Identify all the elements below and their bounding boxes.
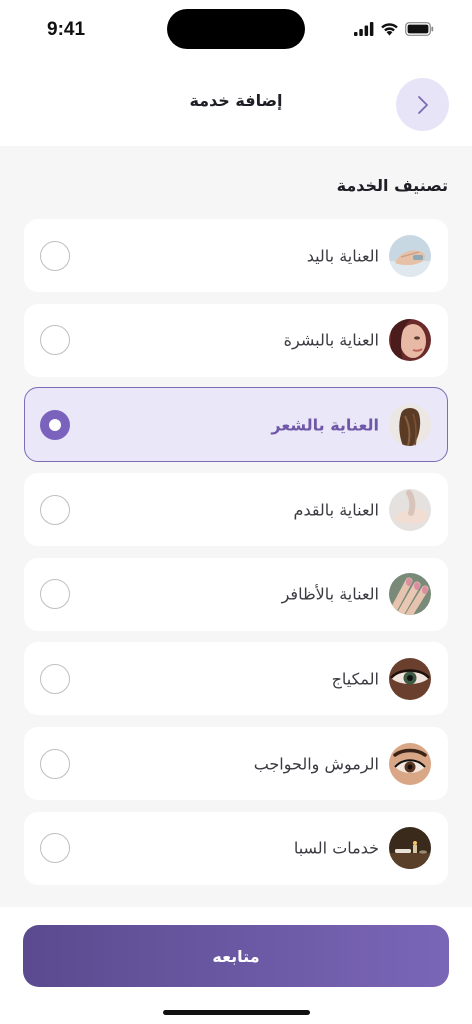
makeup-photo xyxy=(389,657,431,700)
category-option-foot-care[interactable]: العناية بالقدم xyxy=(24,473,448,547)
back-button[interactable] xyxy=(396,78,449,131)
category-list: العناية باليد العناية بالبشرة العناية با… xyxy=(24,219,448,897)
wifi-icon xyxy=(381,23,398,36)
continue-button[interactable]: متابعه xyxy=(23,925,449,987)
home-indicator xyxy=(163,1010,310,1015)
radio-button[interactable] xyxy=(40,663,70,694)
category-option-lashes-brows[interactable]: الرموش والحواجب xyxy=(24,727,448,801)
nail-care-photo xyxy=(389,573,431,616)
radio-button[interactable] xyxy=(40,579,70,610)
category-option-nail-care[interactable]: العناية بالأظافر xyxy=(24,557,448,631)
category-label: العناية باليد xyxy=(306,246,379,265)
hand-care-photo xyxy=(389,234,431,277)
chevron-right-icon xyxy=(417,95,428,114)
category-option-hair-care[interactable]: العناية بالشعر xyxy=(24,387,448,463)
status-icons xyxy=(354,22,434,36)
header: إضافة خدمة xyxy=(0,60,472,146)
radio-button[interactable] xyxy=(40,494,70,525)
category-option-makeup[interactable]: المكياج xyxy=(24,642,448,716)
footer: متابعه xyxy=(0,907,472,1024)
radio-button[interactable] xyxy=(40,240,70,271)
dynamic-island xyxy=(167,9,305,49)
radio-button[interactable] xyxy=(40,325,70,356)
category-label: خدمات السبا xyxy=(293,838,379,858)
status-time: 9:41 xyxy=(47,19,86,40)
hair-care-photo xyxy=(389,403,431,446)
category-label: العناية بالبشرة xyxy=(283,330,379,350)
spa-photo xyxy=(389,827,431,870)
category-label: العناية بالشعر xyxy=(271,415,379,435)
category-option-hand-care[interactable]: العناية باليد xyxy=(24,219,448,292)
status-bar: 9:41 xyxy=(0,0,472,60)
lashes-brows-photo xyxy=(389,742,431,785)
radio-button[interactable] xyxy=(40,833,70,864)
section-title: تصنيف الخدمة xyxy=(336,176,448,195)
foot-care-photo xyxy=(389,488,431,531)
category-label: المكياج xyxy=(331,669,379,689)
radio-button-selected[interactable] xyxy=(40,409,70,440)
category-option-skin-care[interactable]: العناية بالبشرة xyxy=(24,303,448,377)
radio-button[interactable] xyxy=(40,748,70,779)
category-label: الرموش والحواجب xyxy=(253,754,379,774)
battery-icon xyxy=(405,22,434,36)
category-label: العناية بالقدم xyxy=(293,500,379,520)
signal-icon xyxy=(354,22,374,36)
skin-care-photo xyxy=(389,319,431,362)
category-option-spa[interactable]: خدمات السبا xyxy=(24,811,448,885)
category-label: العناية بالأظافر xyxy=(281,584,379,604)
